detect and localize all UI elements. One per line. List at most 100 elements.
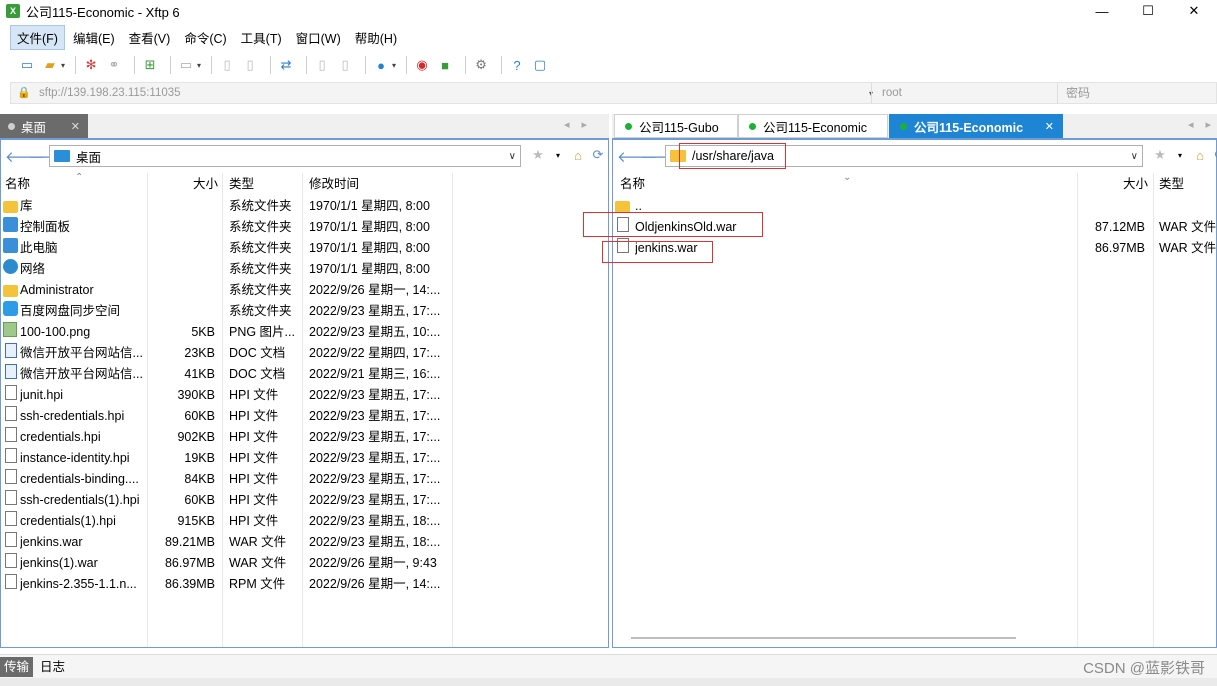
column-modified[interactable]: 修改时间 — [305, 173, 359, 195]
home-icon[interactable]: ⌂ — [569, 146, 587, 164]
back-arrow-icon[interactable]: 🡐 — [5, 147, 45, 166]
status-bar — [0, 678, 1217, 686]
file-row[interactable]: 100-100.png 5KB PNG 图片... 2022/9/23 星期五, 10… — [1, 322, 608, 343]
paste-icon[interactable]: ▯ — [241, 56, 259, 74]
sync-icon[interactable]: ⇄ — [277, 56, 295, 74]
file-name: credentials(1).hpi — [20, 514, 116, 528]
file-row[interactable]: junit.hpi 390KB HPI 文件 2022/9/23 星期五, 17:..… — [1, 385, 608, 406]
menu-window[interactable]: 窗口(W) — [290, 26, 347, 49]
tab-economic[interactable]: 公司115-Economic — [738, 114, 888, 138]
menu-edit[interactable]: 编辑(E) — [67, 26, 121, 49]
file-date: 2022/9/23 星期五, 17:... — [309, 304, 441, 318]
file-row[interactable]: 百度网盘同步空间 系统文件夹 2022/9/23 星期五, 17:... — [1, 301, 608, 322]
menu-view[interactable]: 查看(V) — [123, 26, 177, 49]
new-session-icon[interactable]: ▭ — [18, 56, 36, 74]
file-date: 1970/1/1 星期四, 8:00 — [309, 220, 430, 234]
file-row[interactable]: 库 系统文件夹 1970/1/1 星期四, 8:00 — [1, 196, 608, 217]
file-icon — [3, 259, 18, 274]
tab-economic-active[interactable]: 公司115-Economic ✕ — [889, 114, 1063, 138]
menu-file[interactable]: 文件(F) — [10, 24, 65, 50]
file-row[interactable]: credentials.hpi 902KB HPI 文件 2022/9/23 星期五,… — [1, 427, 608, 448]
file-size: 86.39MB — [164, 577, 215, 591]
file-name: credentials.hpi — [20, 430, 101, 444]
xftp-icon[interactable]: ■ — [436, 56, 454, 74]
file-size: 86.97MB — [164, 556, 215, 570]
column-type[interactable]: 类型 — [225, 173, 254, 195]
tab-scroll-arrows[interactable]: ◂▸ — [564, 118, 599, 131]
file-name: Administrator — [20, 283, 94, 297]
menu-help[interactable]: 帮助(H) — [349, 26, 403, 49]
bookmark-icon[interactable]: ★ — [1151, 146, 1169, 164]
file-row[interactable]: jenkins.war 89.21MB WAR 文件 2022/9/23 星期五, 1… — [1, 532, 608, 553]
file-type: HPI 文件 — [229, 430, 279, 444]
file-row[interactable]: 微信开放平台网站信... 41KB DOC 文档 2022/9/21 星期三, 16:… — [1, 364, 608, 385]
file-row[interactable]: jenkins-2.355-1.1.n... 86.39MB RPM 文件 2022/… — [1, 574, 608, 595]
file-size: 89.21MB — [164, 535, 215, 549]
bookmark-icon[interactable]: ★ — [529, 146, 547, 164]
file-row[interactable]: credentials-binding.... 84KB HPI 文件 2022/9/… — [1, 469, 608, 490]
column-name[interactable]: 名称 — [616, 173, 645, 195]
tab-transfer[interactable]: 传输 — [0, 657, 34, 677]
delete-icon[interactable]: ▯ — [313, 56, 331, 74]
password-field[interactable]: 密码 — [1057, 83, 1217, 103]
close-tab-icon[interactable]: ✕ — [1045, 120, 1054, 133]
chevron-down-icon[interactable]: ▾ — [1171, 146, 1189, 164]
file-row[interactable]: 微信开放平台网站信... 23KB DOC 文档 2022/9/22 星期四, 17:… — [1, 343, 608, 364]
column-name[interactable]: 名称 — [1, 173, 30, 195]
tab-log[interactable]: 日志 — [36, 657, 69, 677]
minimize-button[interactable]: — — [1079, 0, 1125, 22]
address-input[interactable]: sftp://139.198.23.115:11035 — [39, 87, 839, 99]
local-path-input[interactable]: 桌面 ∨ — [49, 145, 521, 167]
file-row[interactable]: 控制面板 系统文件夹 1970/1/1 星期四, 8:00 — [1, 217, 608, 238]
chevron-down-icon[interactable]: ∨ — [509, 151, 516, 162]
new-tab-icon[interactable]: ⊞ — [141, 56, 159, 74]
tab-gubo[interactable]: 公司115-Gubo — [614, 114, 738, 138]
file-type: 系统文件夹 — [229, 304, 292, 318]
file-row[interactable]: credentials(1).hpi 915KB HPI 文件 2022/9/23 星… — [1, 511, 608, 532]
reconnect-icon[interactable]: ⚭ — [105, 56, 123, 74]
settings-icon[interactable]: ⚙ — [472, 56, 490, 74]
file-icon — [5, 448, 17, 463]
remote-tab-strip: 公司115-Gubo 公司115-Economic 公司115-Economic… — [612, 114, 1217, 138]
chevron-down-icon[interactable]: ▾ — [549, 146, 567, 164]
horizontal-scrollbar[interactable] — [631, 637, 1016, 639]
file-row[interactable]: 网络 系统文件夹 1970/1/1 星期四, 8:00 — [1, 259, 608, 280]
refresh-icon[interactable]: ⟳ — [589, 146, 607, 164]
menu-tools[interactable]: 工具(T) — [235, 26, 288, 49]
globe-icon[interactable]: ● — [372, 56, 390, 74]
refresh-icon[interactable]: ⟳ — [1211, 146, 1217, 164]
transfer-icon[interactable]: ▭ — [177, 56, 195, 74]
back-arrow-icon[interactable]: 🡐 — [617, 147, 657, 166]
tab-desktop[interactable]: 桌面 ✕ — [0, 114, 88, 138]
file-row[interactable]: jenkins(1).war 86.97MB WAR 文件 2022/9/26 星期一… — [1, 553, 608, 574]
forward-arrow-icon[interactable]: 🡒 — [641, 147, 681, 166]
chevron-down-icon[interactable]: ∨ — [1131, 151, 1138, 162]
file-row[interactable]: ssh-credentials(1).hpi 60KB HPI 文件 2022/9/2… — [1, 490, 608, 511]
copy-icon[interactable]: ▯ — [218, 56, 236, 74]
username-field[interactable]: root — [871, 83, 1057, 103]
forward-arrow-icon[interactable]: 🡒 — [29, 147, 69, 166]
close-tab-icon[interactable]: ✕ — [71, 120, 80, 133]
disconnect-icon[interactable]: ✻ — [82, 56, 100, 74]
file-row[interactable]: instance-identity.hpi 19KB HPI 文件 2022/9/23… — [1, 448, 608, 469]
file-row[interactable]: Administrator 系统文件夹 2022/9/26 星期一, 14:... — [1, 280, 608, 301]
file-row[interactable]: 此电脑 系统文件夹 1970/1/1 星期四, 8:00 — [1, 238, 608, 259]
tab-scroll-arrows[interactable]: ◂▸ — [1188, 118, 1217, 131]
open-folder-icon[interactable]: ▰ — [41, 56, 59, 74]
file-size: 19KB — [184, 451, 215, 465]
home-icon[interactable]: ⌂ — [1191, 146, 1209, 164]
file-icon — [5, 469, 17, 484]
menu-command[interactable]: 命令(C) — [178, 26, 232, 49]
file-name: 控制面板 — [20, 220, 71, 234]
column-size[interactable]: 大小 — [1119, 173, 1148, 195]
chat-icon[interactable]: ▢ — [531, 56, 549, 74]
rename-icon[interactable]: ▯ — [336, 56, 354, 74]
help-icon[interactable]: ? — [508, 56, 526, 74]
close-button[interactable]: ✕ — [1171, 0, 1217, 22]
file-row[interactable]: ssh-credentials.hpi 60KB HPI 文件 2022/9/23 星… — [1, 406, 608, 427]
xshell-icon[interactable]: ◉ — [413, 56, 431, 74]
column-type[interactable]: 类型 — [1155, 173, 1184, 195]
maximize-button[interactable]: ☐ — [1125, 0, 1171, 22]
address-bar: 🔒 sftp://139.198.23.115:11035 ▾ root 密码 — [10, 82, 1217, 104]
column-size[interactable]: 大小 — [189, 173, 218, 195]
